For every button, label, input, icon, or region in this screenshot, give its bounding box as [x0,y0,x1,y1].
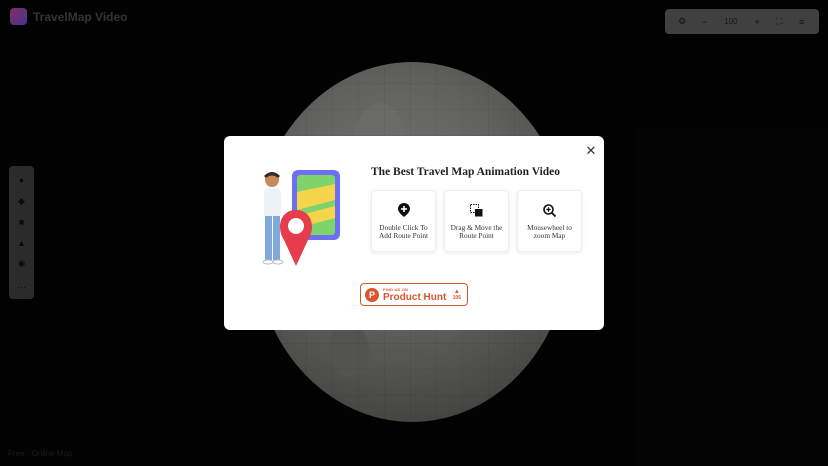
product-hunt-text: FIND US ON Product Hunt [383,287,446,303]
feature-card-add-point[interactable]: Double Click To Add Route Point [371,190,436,252]
drag-move-icon [470,203,484,217]
product-hunt-name: Product Hunt [383,291,447,303]
vote-count: 106 [452,294,461,301]
map-pin-plus-icon [397,203,411,217]
modal-title: The Best Travel Map Animation Video [371,166,561,178]
app-root: TravelMap Video ⚙ − 100 + ⛶ ≡ ● ◆ ■ ▲ ◉ … [0,0,828,466]
feature-card-label: Drag & Move the Route Point [450,223,503,240]
feature-card-label: Mousewheel to zoom Map [527,223,572,240]
welcome-modal: ✕ The Best Travel Map Animation Video Do… [224,136,604,330]
travel-illustration [262,170,340,266]
product-hunt-badge[interactable]: P FIND US ON Product Hunt ▲ 106 [360,283,468,306]
close-icon[interactable]: ✕ [584,144,598,158]
product-hunt-logo-icon: P [365,287,379,302]
feature-card-zoom[interactable]: Mousewheel to zoom Map [517,190,582,252]
feature-cards: Double Click To Add Route Point Drag & M… [371,190,582,252]
product-hunt-votes: ▲ 106 [453,289,461,301]
feature-card-drag-move[interactable]: Drag & Move the Route Point [444,190,509,252]
feature-card-label: Double Click To Add Route Point [378,223,429,240]
zoom-in-icon [543,203,557,217]
